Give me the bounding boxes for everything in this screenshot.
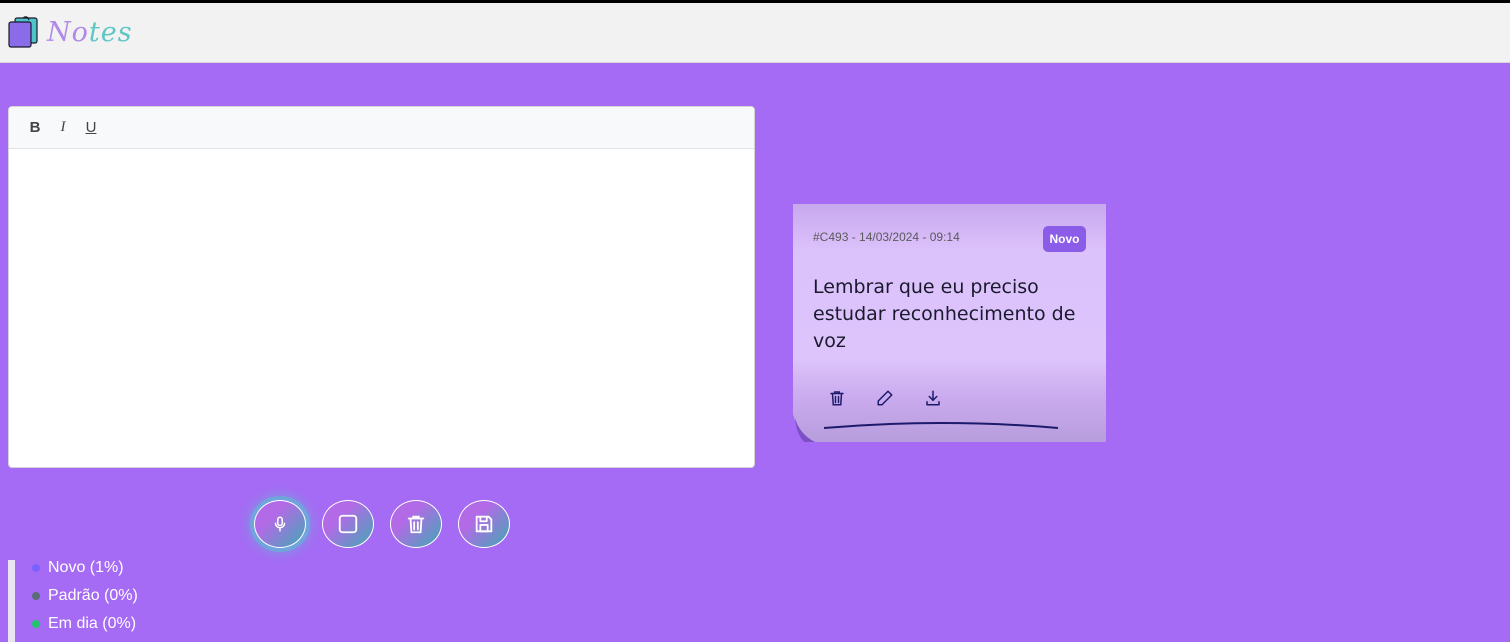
trash-icon (830, 391, 844, 406)
status-badge: Novo (1043, 226, 1086, 252)
floppy-disk-icon (475, 515, 493, 533)
legend-label: Padrão (0%) (48, 587, 138, 604)
sticky-notes-logo-icon[interactable] (6, 15, 40, 49)
italic-button[interactable]: I (51, 116, 75, 140)
legend-dot (32, 564, 40, 572)
download-note-button[interactable] (923, 388, 943, 408)
note-meta: #C493 - 14/03/2024 - 09:14 (813, 230, 960, 244)
delete-note-button[interactable] (827, 388, 847, 408)
note-card[interactable]: #C493 - 14/03/2024 - 09:14 Novo Lembrar … (793, 204, 1106, 442)
legend-item-padrao: Padrão (0%) (32, 587, 138, 605)
note-underline-decoration (823, 422, 1059, 429)
editor-toolbar: B I U (9, 107, 754, 149)
note-text: Lembrar que eu preciso estudar reconheci… (813, 276, 1076, 352)
legend-dot (32, 620, 40, 628)
note-actions (827, 388, 943, 408)
note-corner-fold (793, 414, 816, 442)
stop-button[interactable] (322, 500, 374, 548)
note-editor: B I U (8, 106, 755, 468)
underline-button[interactable]: U (79, 116, 103, 140)
legend-dot (32, 592, 40, 600)
navbar: Notes (0, 3, 1510, 63)
brand-rest: tes (88, 17, 133, 48)
microphone-icon (274, 516, 286, 532)
editor-text-area[interactable] (9, 149, 754, 467)
bold-button[interactable]: B (23, 116, 47, 140)
record-button[interactable] (254, 500, 306, 548)
trash-icon (407, 515, 425, 534)
legend-label: Novo (1%) (48, 559, 124, 576)
download-icon (926, 390, 940, 406)
pencil-icon (877, 390, 893, 406)
legend-item-em-dia: Em dia (0%) (32, 615, 136, 633)
edit-note-button[interactable] (875, 388, 895, 408)
app-brand[interactable]: Notes (47, 17, 133, 48)
brand-first: No (47, 17, 89, 48)
legend-bar (8, 560, 15, 642)
clear-button[interactable] (390, 500, 442, 548)
save-button[interactable] (458, 500, 510, 548)
legend-label: Em dia (0%) (48, 615, 137, 632)
legend-item-novo: Novo (1%) (32, 559, 124, 577)
voice-controls (254, 500, 510, 548)
square-icon (338, 514, 358, 534)
